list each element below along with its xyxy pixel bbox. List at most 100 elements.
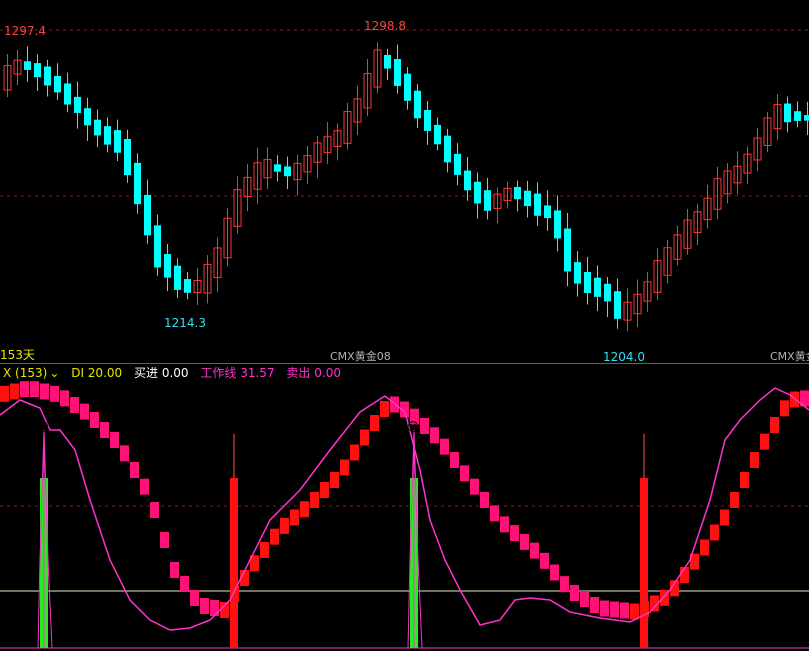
grinning-face-icon: 😁 <box>637 420 651 434</box>
candle-body <box>404 73 411 101</box>
price-label-high-mid: 1298.8 <box>364 19 406 33</box>
candle-body <box>474 181 481 204</box>
step-bar <box>490 505 499 522</box>
step-bar <box>120 445 129 462</box>
candle-body <box>64 83 71 105</box>
candle-body <box>514 186 521 200</box>
candle-body <box>134 162 141 205</box>
candle-body <box>424 109 431 131</box>
watermark-right: CMX黄金 <box>770 350 809 363</box>
candle-body <box>574 262 581 284</box>
step-bar <box>720 509 729 526</box>
step-bar <box>520 533 529 550</box>
candle-body <box>74 96 81 113</box>
sell-spike <box>230 478 238 648</box>
watermark-left: CMX黄金08 <box>330 350 391 363</box>
chart-canvas[interactable] <box>0 0 809 651</box>
step-bar <box>540 552 549 569</box>
candle-body <box>454 153 461 175</box>
candle-body <box>524 190 531 207</box>
step-bar <box>290 509 299 526</box>
price-label-low-right: 1204.0 <box>603 350 645 364</box>
step-bar <box>160 532 169 548</box>
candle-body <box>24 61 31 70</box>
candle-body <box>794 111 801 121</box>
candle-body <box>544 205 551 219</box>
candle-body <box>34 63 41 78</box>
candle-body <box>114 130 121 153</box>
candle-body <box>434 124 441 145</box>
step-bar <box>330 472 339 488</box>
step-bar <box>380 401 389 417</box>
step-bar <box>190 590 199 606</box>
step-bar <box>470 478 479 495</box>
step-bar <box>770 417 779 433</box>
step-bar <box>570 585 579 601</box>
step-bar <box>170 562 179 578</box>
candle-body <box>534 193 541 216</box>
candle-body <box>284 166 291 177</box>
step-bar <box>370 415 379 431</box>
candle-body <box>84 108 91 126</box>
grinning-face-icon: 😁 <box>227 420 241 434</box>
candle-body <box>164 254 171 278</box>
step-bar <box>600 600 609 617</box>
candle-body <box>144 194 151 236</box>
step-bar <box>130 462 139 478</box>
step-bar <box>700 539 709 556</box>
work-line-label: 工作线 <box>200 366 237 380</box>
step-bar <box>460 465 469 482</box>
step-bar <box>180 576 189 592</box>
candle-body <box>414 90 421 119</box>
candle-body <box>584 272 591 293</box>
sell-spike <box>640 478 648 648</box>
step-bar <box>20 381 29 398</box>
step-bar <box>430 427 439 444</box>
work-line-curve <box>0 387 809 649</box>
step-bar <box>280 517 289 534</box>
step-bar <box>270 528 279 545</box>
step-bar <box>100 422 109 438</box>
candle-body <box>564 228 571 272</box>
step-bar <box>200 598 209 614</box>
candle-body <box>614 291 621 319</box>
step-bar <box>10 383 19 400</box>
candle-body <box>484 190 491 211</box>
step-bar <box>260 542 269 558</box>
step-bar <box>610 601 619 618</box>
step-bar <box>150 502 159 518</box>
price-label-low-left: 1214.3 <box>164 316 206 330</box>
step-bar <box>740 472 749 488</box>
step-bar <box>340 459 349 476</box>
grinning-face-icon: 😁 <box>406 420 420 434</box>
candle-body <box>154 225 161 268</box>
days-label: 153天 <box>0 348 35 362</box>
candle-body <box>804 115 809 121</box>
step-bar <box>580 591 589 607</box>
indicator-di: DI 20.00 <box>71 366 123 380</box>
candle-body <box>184 279 191 293</box>
step-bar <box>140 478 149 495</box>
step-bar <box>560 576 569 593</box>
step-bar <box>300 501 309 518</box>
work-line <box>0 387 809 631</box>
step-bar <box>630 603 639 620</box>
candle-body <box>174 265 181 290</box>
chevron-down-icon[interactable]: ⌄ <box>49 366 59 380</box>
candle-body <box>394 58 401 87</box>
candle-body <box>54 75 61 93</box>
step-bar <box>730 492 739 508</box>
candle-body <box>444 135 451 163</box>
step-bar <box>220 602 229 618</box>
candle-body <box>124 138 131 176</box>
price-label-high-left: 1297.4 <box>4 24 46 38</box>
candle-body <box>44 66 51 86</box>
step-bar <box>620 602 629 619</box>
step-bar <box>780 400 789 417</box>
candle-body <box>464 170 471 191</box>
candle-body <box>604 283 611 302</box>
step-bar <box>760 433 769 450</box>
step-bar <box>40 383 49 400</box>
sell-value: 0.00 <box>314 366 341 380</box>
indicator-name[interactable]: X (153) ⌄ <box>3 366 67 380</box>
